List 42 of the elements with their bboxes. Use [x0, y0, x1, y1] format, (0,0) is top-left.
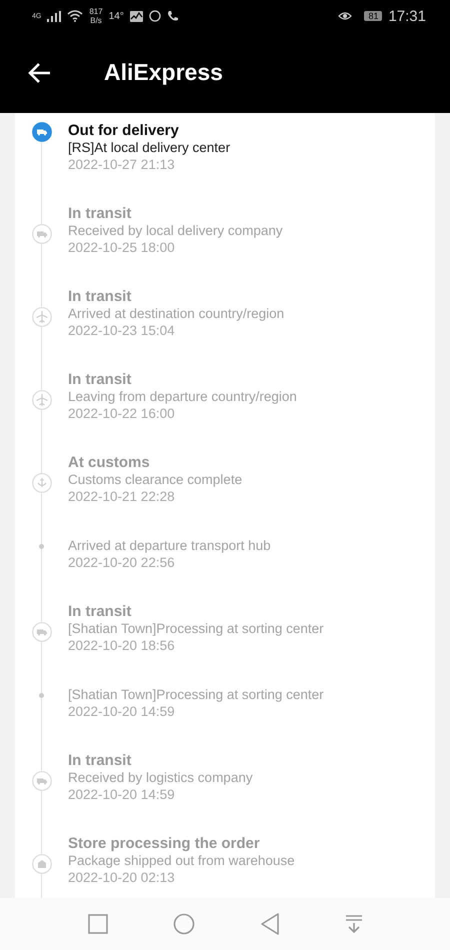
event-detail: [RS]At local delivery center — [68, 139, 230, 156]
signal-icon — [47, 10, 62, 22]
event-time: 2022-10-20 22:56 — [68, 554, 176, 571]
event-detail: Received by local delivery company — [68, 222, 283, 239]
event-time: 2022-10-20 14:59 — [68, 786, 176, 803]
chart-icon — [130, 10, 143, 22]
event-status: In transit — [68, 603, 132, 620]
event-detail: Arrived at destination country/region — [68, 305, 284, 322]
event-status: In transit — [68, 288, 132, 305]
event-time: 2022-10-20 18:56 — [68, 637, 176, 654]
event-time: 2022-10-25 18:00 — [68, 239, 176, 256]
event-detail: Received by logistics company — [68, 769, 253, 786]
event-status: In transit — [68, 371, 132, 388]
event-time: 2022-10-21 22:28 — [68, 488, 176, 505]
event-time: 2022-10-20 14:59 — [68, 703, 176, 720]
wifi-icon — [67, 10, 84, 22]
event-detail: Customs clearance complete — [68, 471, 242, 488]
event-detail: Package shipped out from warehouse — [68, 852, 295, 869]
phone-icon — [166, 10, 179, 22]
page-title: AliExpress — [104, 59, 223, 86]
battery-indicator: 81 — [364, 11, 382, 21]
event-status: In transit — [68, 205, 132, 222]
eye-icon — [338, 11, 352, 21]
event-status: In transit — [68, 752, 132, 769]
temperature-label: 14° — [108, 10, 124, 22]
event-status: Out for delivery — [68, 122, 180, 139]
event-detail: [Shatian Town]Processing at sorting center — [68, 686, 324, 703]
event-time: 2022-10-20 02:13 — [68, 869, 176, 886]
home-button[interactable] — [170, 911, 196, 937]
event-status: At customs — [68, 454, 151, 471]
event-time: 2022-10-27 21:13 — [68, 156, 176, 173]
event-detail: Arrived at departure transport hub — [68, 537, 271, 554]
event-detail: [Shatian Town]Processing at sorting center — [68, 620, 324, 637]
event-detail: Leaving from departure country/region — [68, 388, 297, 405]
event-time: 2022-10-22 16:00 — [68, 405, 176, 422]
speed-value: 817 — [89, 7, 103, 16]
recents-button[interactable] — [86, 912, 110, 936]
event-time: 2022-10-23 15:04 — [68, 322, 176, 339]
speed-unit: B/s — [90, 16, 102, 25]
clock: 17:31 — [388, 8, 426, 24]
event-status: Store processing the order — [68, 835, 261, 852]
circle-icon — [148, 10, 161, 22]
